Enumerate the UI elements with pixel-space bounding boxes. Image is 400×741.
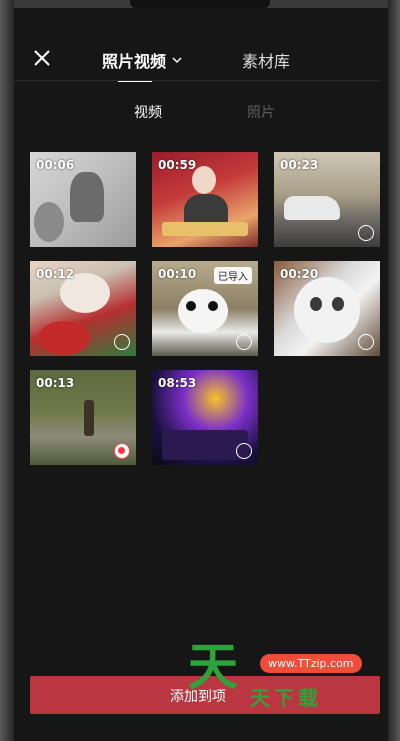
subtab-photo[interactable]: 照片 [247, 102, 275, 122]
watermark: 天 www.TTzip.com 天下载 [188, 638, 378, 718]
video-duration: 00:12 [36, 267, 75, 281]
tab-material-library[interactable]: 素材库 [242, 48, 290, 72]
thumb-cat-eye [332, 297, 344, 311]
tab-photo-video[interactable]: 照片视频 [102, 48, 182, 72]
thumb-table [162, 222, 248, 236]
close-icon [34, 50, 50, 66]
screen: 照片视频 素材库 视频 照片 00:06 00:59 00:23 00:12 0… [14, 8, 388, 741]
thumb-panda [178, 289, 228, 333]
thumb-shape [34, 202, 64, 242]
phone-bezel-right [388, 0, 400, 741]
media-thumb[interactable]: 00:20 [274, 261, 380, 356]
select-circle[interactable] [236, 334, 252, 350]
watermark-logo-glyph: 天 [188, 638, 238, 696]
header: 照片视频 素材库 [14, 38, 388, 82]
close-button[interactable] [32, 48, 52, 68]
watermark-text: 天下载 [250, 686, 322, 710]
thumb-hat [38, 321, 90, 355]
video-duration: 00:59 [158, 158, 197, 172]
select-circle-selected[interactable] [114, 443, 130, 459]
video-duration: 00:20 [280, 267, 319, 281]
select-circle[interactable] [358, 334, 374, 350]
phone-notch [130, 0, 270, 8]
media-thumb[interactable]: 00:23 [274, 152, 380, 247]
thumb-deer [84, 400, 94, 436]
chevron-down-icon [172, 57, 182, 64]
media-thumb[interactable]: 00:13 [30, 370, 136, 465]
phone-frame: 照片视频 素材库 视频 照片 00:06 00:59 00:23 00:12 0… [0, 0, 400, 741]
header-divider [14, 80, 380, 81]
media-thumb[interactable]: 08:53 [152, 370, 258, 465]
media-thumb[interactable]: 00:59 [152, 152, 258, 247]
thumb-car [284, 196, 340, 220]
video-duration: 00:06 [36, 158, 75, 172]
thumb-cat [294, 277, 360, 343]
thumb-stage [162, 430, 248, 460]
thumb-cat-eye [310, 297, 322, 311]
video-duration: 00:13 [36, 376, 75, 390]
select-circle[interactable] [358, 225, 374, 241]
video-duration: 08:53 [158, 376, 197, 390]
subtab-video[interactable]: 视频 [134, 102, 162, 122]
video-duration: 00:10 [158, 267, 197, 281]
imported-badge: 已导入 [214, 267, 252, 284]
thumb-figure [70, 172, 104, 222]
select-circle[interactable] [236, 443, 252, 459]
select-circle[interactable] [114, 334, 130, 350]
thumb-panda-eye [208, 301, 218, 311]
media-thumb[interactable]: 00:06 [30, 152, 136, 247]
media-thumb[interactable]: 00:12 [30, 261, 136, 356]
watermark-url: www.TTzip.com [260, 654, 362, 673]
media-thumb[interactable]: 00:10 已导入 [152, 261, 258, 356]
phone-bezel-left [0, 0, 14, 741]
video-duration: 00:23 [280, 158, 319, 172]
tab-photo-video-label: 照片视频 [102, 52, 167, 71]
thumb-panda-eye [186, 301, 196, 311]
